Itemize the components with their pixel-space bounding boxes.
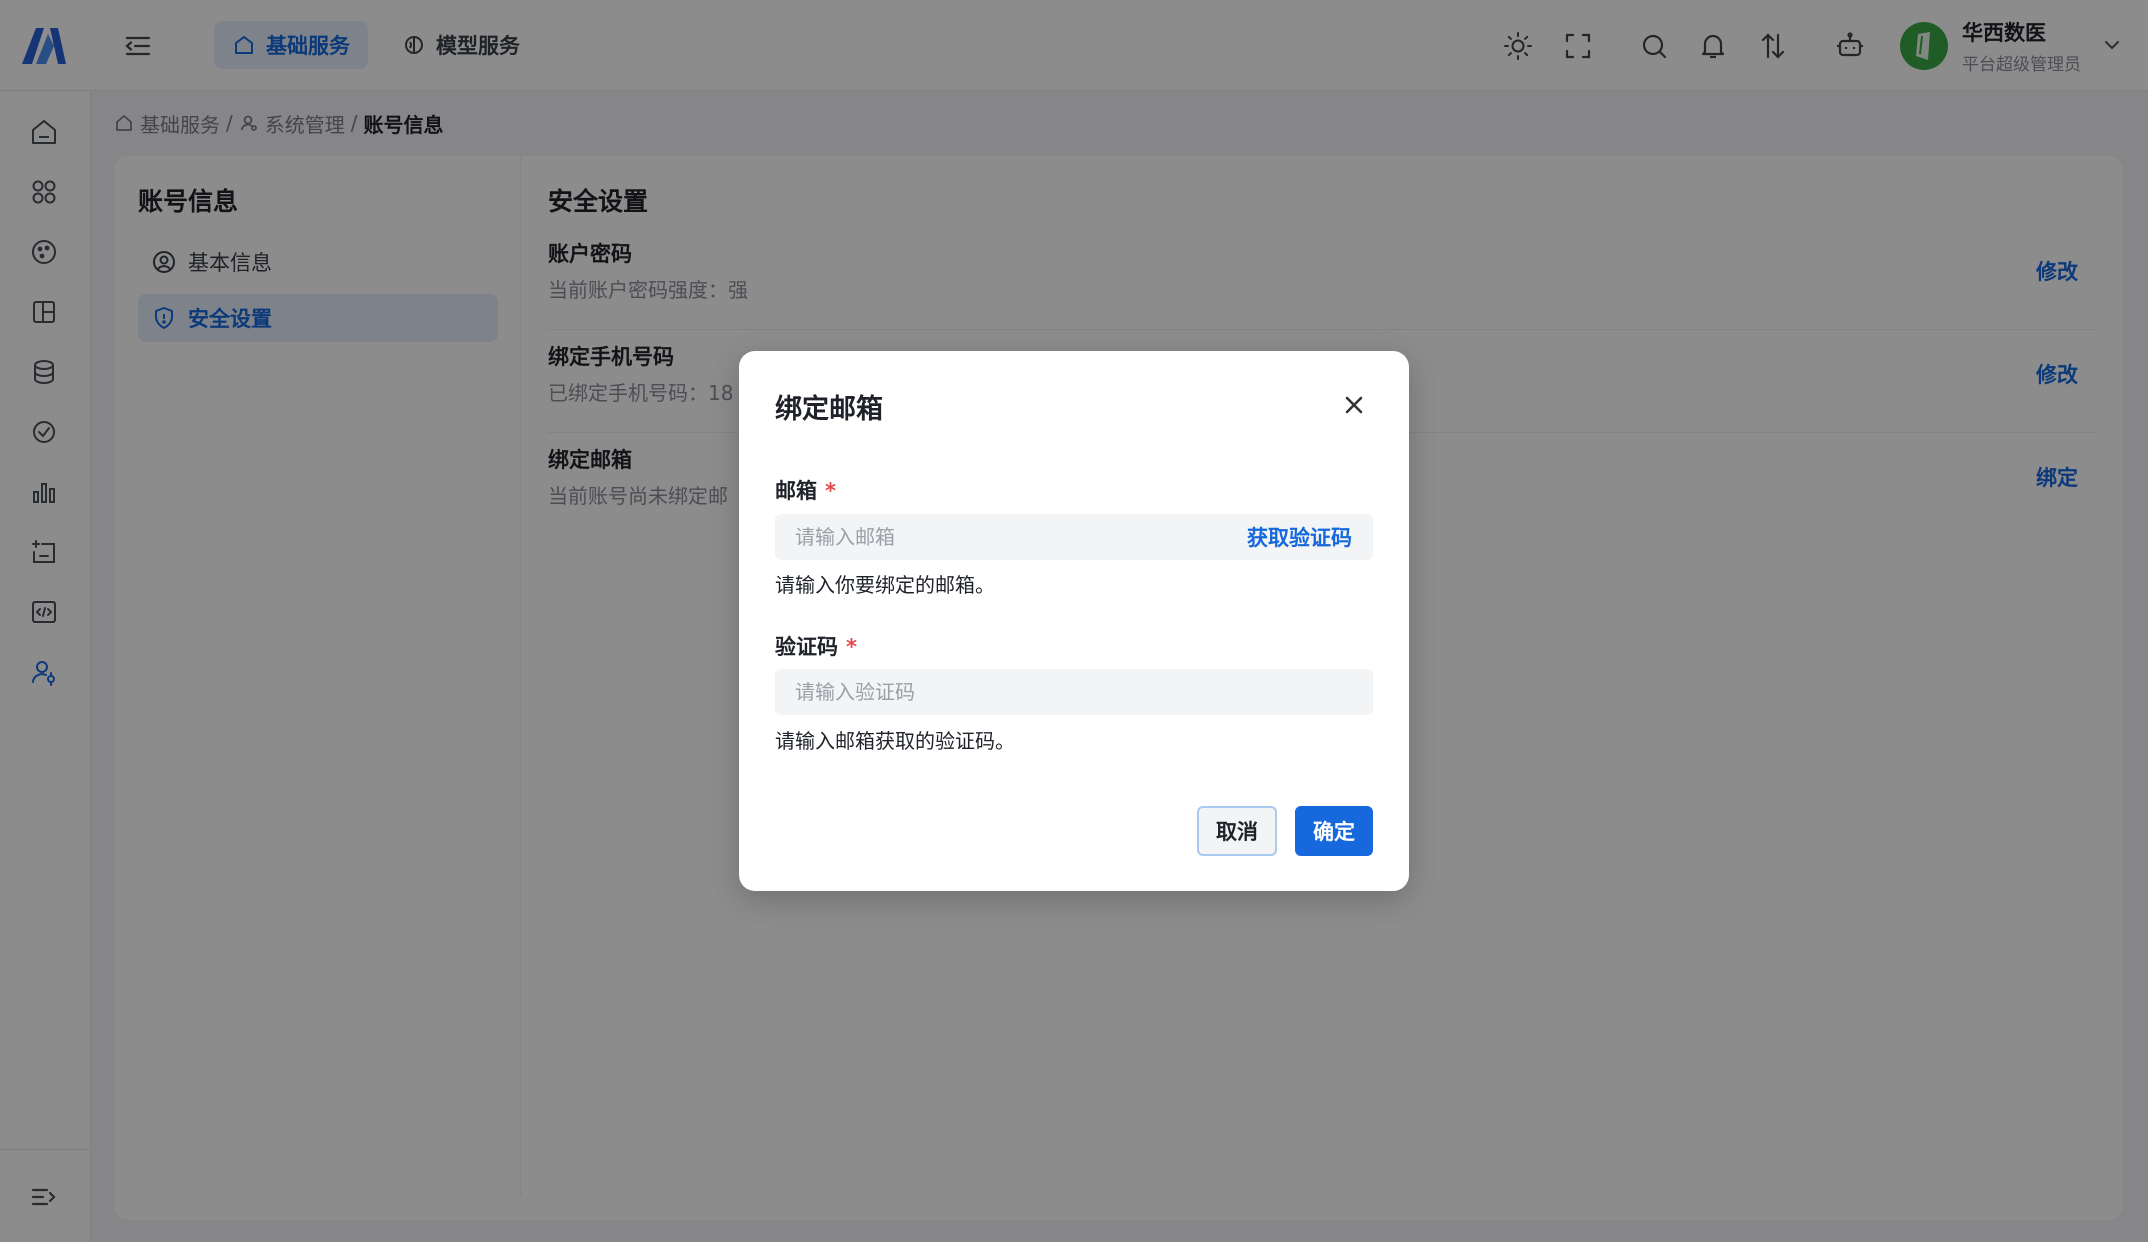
- email-label: 邮箱 *: [775, 475, 836, 505]
- get-code-button[interactable]: 获取验证码: [1247, 522, 1352, 552]
- bind-email-dialog: 绑定邮箱 邮箱 * 获取验证码 请输入你要绑定的邮箱。 验证码 * 请输入邮箱获取的…: [739, 351, 1409, 891]
- dialog-title: 绑定邮箱: [775, 394, 883, 425]
- code-label: 验证码 *: [775, 631, 857, 661]
- email-label-text: 邮箱: [775, 479, 817, 503]
- required-mark: *: [846, 635, 857, 659]
- cancel-button[interactable]: 取消: [1197, 806, 1277, 856]
- verification-code-input[interactable]: [775, 669, 1373, 715]
- required-mark: *: [825, 479, 836, 503]
- close-icon[interactable]: [1340, 391, 1368, 419]
- code-label-text: 验证码: [775, 635, 838, 659]
- email-help: 请输入你要绑定的邮箱。: [775, 573, 995, 597]
- confirm-button[interactable]: 确定: [1295, 806, 1373, 856]
- code-help: 请输入邮箱获取的验证码。: [775, 729, 1015, 753]
